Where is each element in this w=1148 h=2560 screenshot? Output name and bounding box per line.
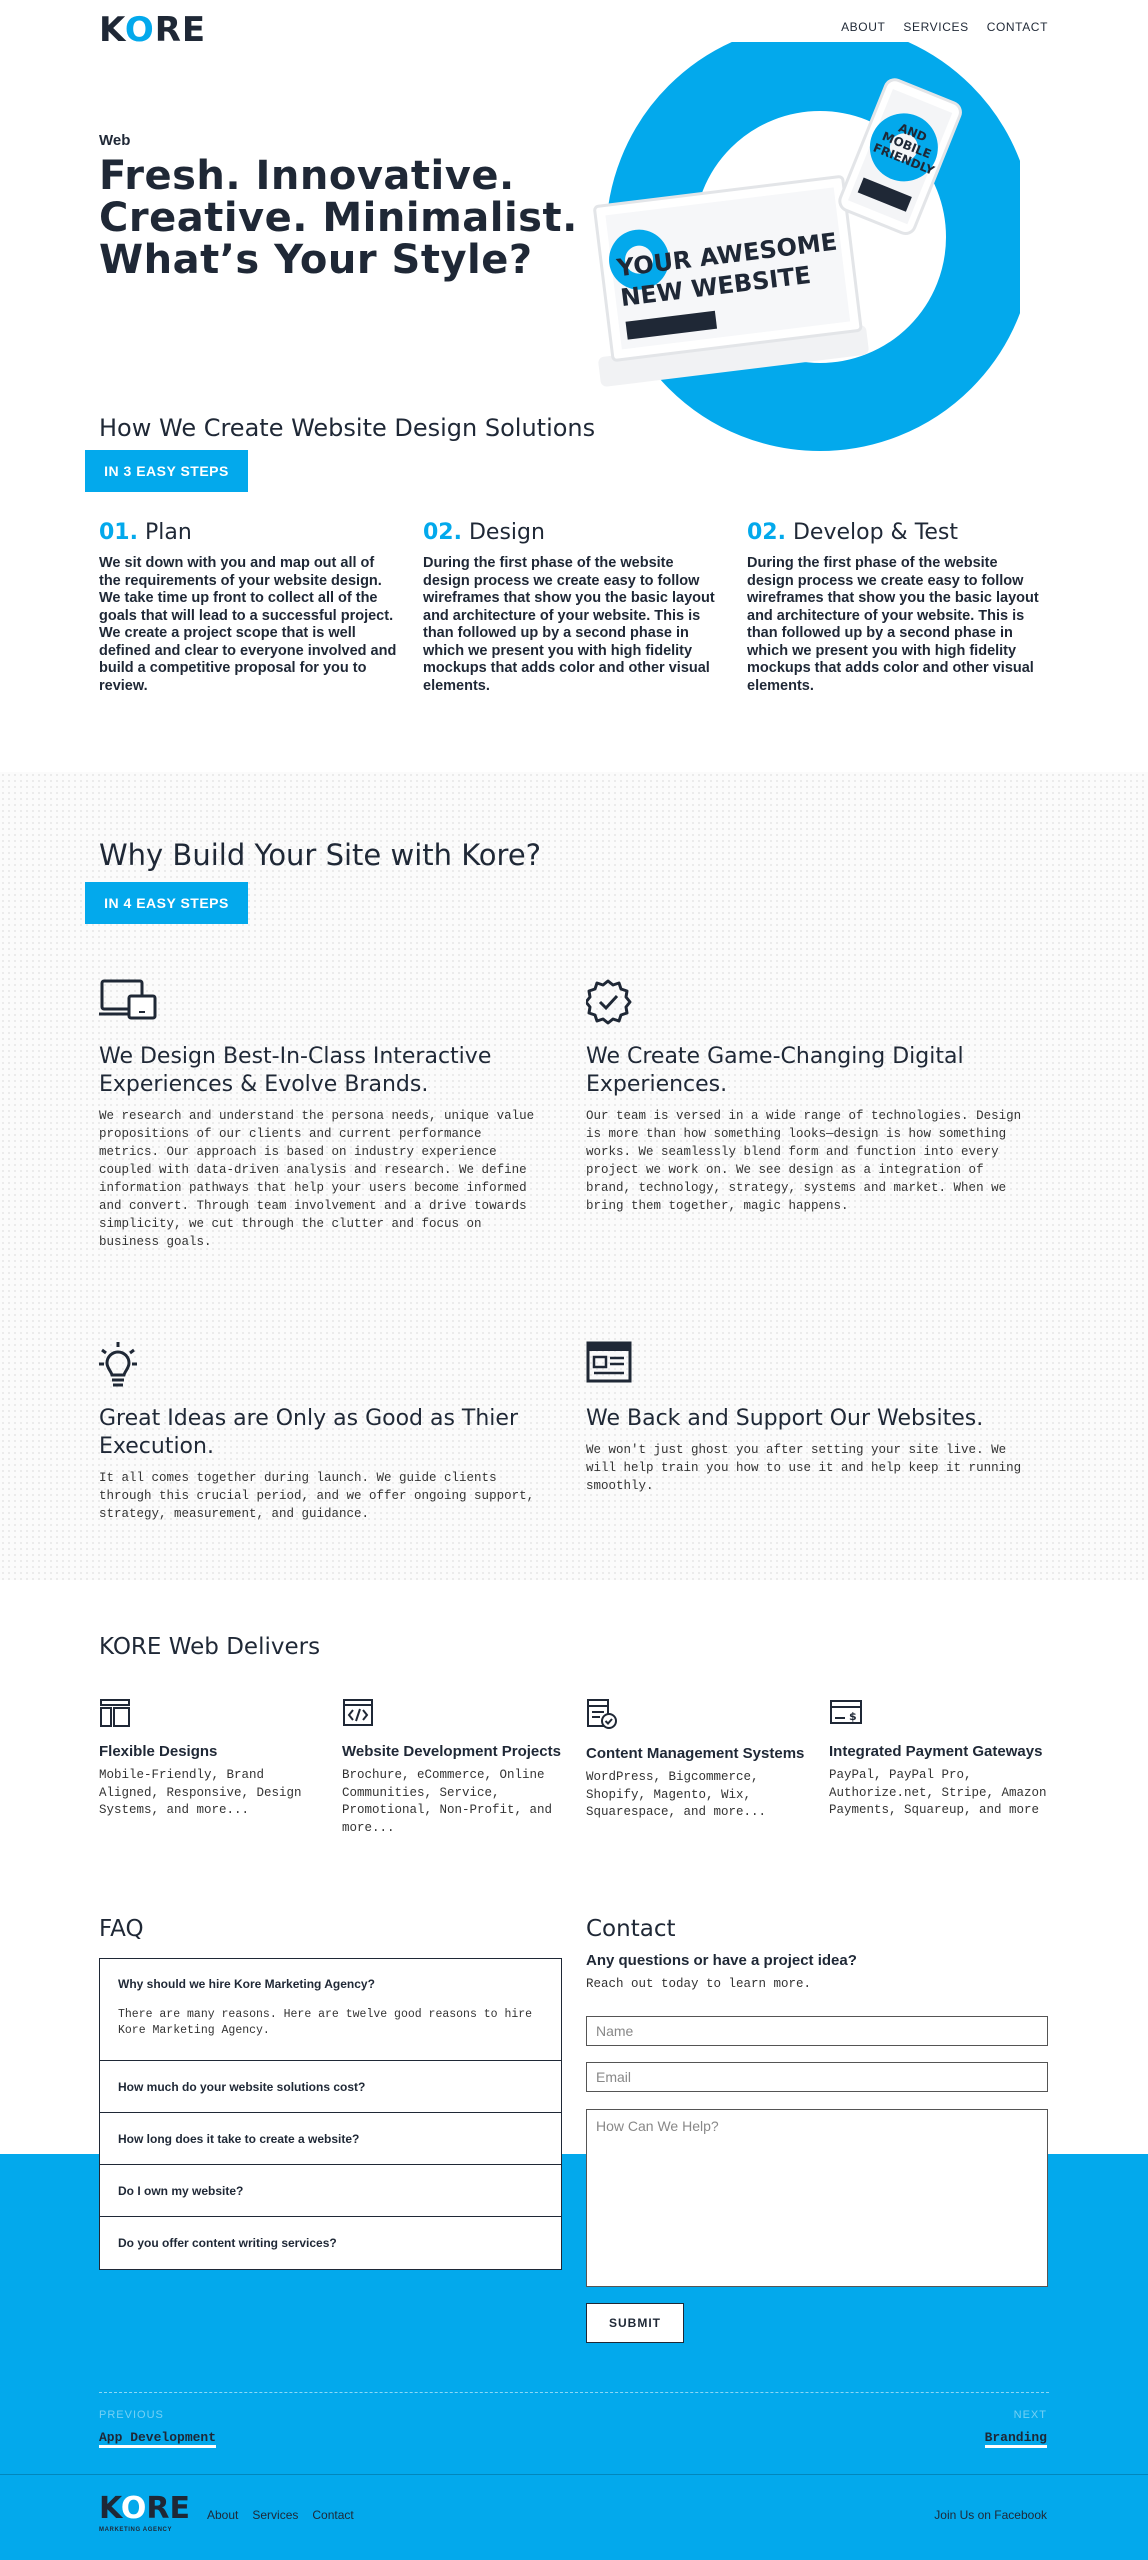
faq-question[interactable]: Why should we hire Kore Marketing Agency… bbox=[118, 1977, 375, 1991]
why-text: Our team is versed in a wide range of te… bbox=[586, 1109, 1022, 1213]
why-text: We won't just ghost you after setting yo… bbox=[586, 1443, 1022, 1493]
contact-heading: Contact bbox=[586, 1916, 676, 1942]
logo-o: O bbox=[124, 10, 155, 50]
message-field[interactable]: How Can We Help? bbox=[586, 2109, 1048, 2287]
faq-item[interactable]: How much do your website solutions cost? bbox=[100, 2061, 561, 2113]
footer-nav-services[interactable]: Services bbox=[252, 2508, 298, 2522]
step-title: 02. Design bbox=[423, 520, 723, 545]
step-text: We sit down with you and map out all of … bbox=[99, 555, 397, 694]
step-3: 02. Develop & Test During the first phas… bbox=[747, 520, 1047, 695]
hero-kicker: Web bbox=[99, 132, 131, 149]
deliver-title: Website Development Projects bbox=[342, 1743, 561, 1760]
nav-services[interactable]: SERVICES bbox=[903, 20, 968, 34]
nav-about[interactable]: ABOUT bbox=[841, 20, 885, 34]
deliver-text: PayPal, PayPal Pro, Authorize.net, Strip… bbox=[829, 1768, 1047, 1817]
footer-divider bbox=[0, 2474, 1148, 2475]
footer-nav-about[interactable]: About bbox=[207, 2508, 238, 2522]
footer-logo-re: RE bbox=[146, 2491, 191, 2526]
faq-heading: FAQ bbox=[99, 1916, 144, 1942]
badge-check-icon bbox=[584, 979, 632, 1025]
layout-icon bbox=[100, 1699, 130, 1727]
faq-item[interactable]: How long does it take to create a websit… bbox=[100, 2113, 561, 2165]
faq-answer: There are many reasons. Here are twelve … bbox=[118, 2008, 533, 2037]
logo-re: RE bbox=[154, 10, 207, 50]
deliver-item-4: $ Integrated Payment Gateways PayPal, Pa… bbox=[829, 1698, 1049, 1820]
footer-logo-k: K bbox=[99, 2491, 121, 2526]
hero-title: Fresh. Innovative. Creative. Minimalist.… bbox=[99, 155, 659, 281]
contact-subheading: Any questions or have a project idea? bbox=[586, 1952, 857, 1969]
footer-logo[interactable]: KORE bbox=[99, 2494, 190, 2524]
step-title-text: Develop & Test bbox=[792, 520, 959, 545]
step-title-text: Design bbox=[468, 520, 545, 545]
step-1: 01. Plan We sit down with you and map ou… bbox=[99, 520, 399, 695]
footer-logo-o: O bbox=[120, 2491, 147, 2526]
deliver-title: Content Management Systems bbox=[586, 1745, 805, 1762]
contact-text: Reach out today to learn more. bbox=[586, 1977, 812, 1991]
svg-text:$: $ bbox=[849, 1710, 857, 1723]
deliver-text: WordPress, Bigcommerce, Shopify, Magento… bbox=[586, 1770, 767, 1819]
prev-label: PREVIOUS bbox=[99, 2409, 164, 2421]
submit-button[interactable]: SUBMIT bbox=[586, 2303, 684, 2343]
deliver-text: Brochure, eCommerce, Online Communities,… bbox=[342, 1768, 553, 1835]
deliver-item-1: Flexible Designs Mobile-Friendly, Brand … bbox=[99, 1698, 319, 1820]
footer-nav-contact[interactable]: Contact bbox=[312, 2508, 353, 2522]
why-item-3: Great Ideas are Only as Good as Thier Ex… bbox=[99, 1340, 539, 1523]
footer-nav: About Services Contact bbox=[207, 2508, 354, 2522]
why-item-1: We Design Best-In-Class Interactive Expe… bbox=[99, 978, 539, 1251]
hero-title-line-3: What’s Your Style? bbox=[99, 237, 533, 283]
why-heading: Why Build Your Site with Kore? bbox=[99, 838, 542, 872]
why-title: Great Ideas are Only as Good as Thier Ex… bbox=[99, 1406, 518, 1459]
faq-item[interactable]: Why should we hire Kore Marketing Agency… bbox=[100, 1959, 561, 2061]
step-text: During the first phase of the website de… bbox=[423, 555, 715, 694]
deliver-item-3: Content Management Systems WordPress, Bi… bbox=[586, 1698, 806, 1822]
step-title-text: Plan bbox=[144, 520, 192, 545]
main-nav: ABOUT SERVICES CONTACT bbox=[841, 20, 1048, 34]
logo-k: K bbox=[99, 10, 125, 50]
faq-accordion: Why should we hire Kore Marketing Agency… bbox=[99, 1958, 562, 2270]
why-title: We Design Best-In-Class Interactive Expe… bbox=[99, 1044, 492, 1097]
hero-illustration: YOUR AWESOME NEW WEBSITE AND MOBILE FRIE… bbox=[593, 42, 1020, 451]
cms-icon bbox=[587, 1699, 617, 1729]
faq-item[interactable]: Do you offer content writing services? bbox=[100, 2217, 561, 2269]
hero-title-line-2: Creative. Minimalist. bbox=[99, 195, 578, 241]
step-2: 02. Design During the first phase of the… bbox=[423, 520, 723, 695]
step-number: 02. bbox=[747, 520, 786, 545]
lightbulb-icon bbox=[99, 1342, 137, 1387]
why-text: It all comes together during launch. We … bbox=[99, 1471, 535, 1521]
why-item-4: We Back and Support Our Websites. We won… bbox=[586, 1340, 1026, 1495]
next-label: NEXT bbox=[1013, 2409, 1047, 2421]
step-text: During the first phase of the website de… bbox=[747, 555, 1039, 694]
payment-icon: $ bbox=[830, 1700, 862, 1724]
next-link[interactable]: Branding bbox=[984, 2430, 1047, 2448]
facebook-link[interactable]: Join Us on Facebook bbox=[934, 2508, 1047, 2522]
email-field[interactable]: Email bbox=[586, 2062, 1048, 2092]
hero-title-line-1: Fresh. Innovative. bbox=[99, 153, 515, 199]
why-text: We research and understand the persona n… bbox=[99, 1109, 535, 1249]
delivers-heading: KORE Web Delivers bbox=[99, 1634, 321, 1660]
step-number: 01. bbox=[99, 520, 138, 545]
deliver-title: Flexible Designs bbox=[99, 1743, 218, 1760]
prev-link[interactable]: App Development bbox=[99, 2430, 217, 2448]
name-field[interactable]: Name bbox=[586, 2016, 1048, 2046]
devices-icon bbox=[99, 979, 157, 1020]
why-badge: IN 4 EASY STEPS bbox=[85, 882, 248, 924]
step-title: 01. Plan bbox=[99, 520, 399, 545]
deliver-text: Mobile-Friendly, Brand Aligned, Responsi… bbox=[99, 1768, 302, 1817]
why-title: We Back and Support Our Websites. bbox=[586, 1406, 984, 1431]
step-number: 02. bbox=[423, 520, 462, 545]
kore-logo[interactable]: KORE bbox=[99, 10, 206, 50]
pager-divider bbox=[99, 2392, 1049, 2393]
deliver-title: Integrated Payment Gateways bbox=[829, 1743, 1043, 1760]
browser-window-icon bbox=[586, 1341, 632, 1383]
why-title: We Create Game-Changing Digital Experien… bbox=[586, 1044, 964, 1097]
footer-tagline: MARKETING AGENCY bbox=[99, 2527, 173, 2533]
faq-item[interactable]: Do I own my website? bbox=[100, 2165, 561, 2217]
how-heading: How We Create Website Design Solutions bbox=[99, 414, 596, 442]
how-badge: IN 3 EASY STEPS bbox=[85, 450, 248, 492]
why-item-2: We Create Game-Changing Digital Experien… bbox=[584, 978, 1026, 1215]
code-icon bbox=[343, 1699, 373, 1726]
step-title: 02. Develop & Test bbox=[747, 520, 1047, 545]
deliver-item-2: Website Development Projects Brochure, e… bbox=[342, 1698, 562, 1837]
nav-contact[interactable]: CONTACT bbox=[987, 20, 1048, 34]
